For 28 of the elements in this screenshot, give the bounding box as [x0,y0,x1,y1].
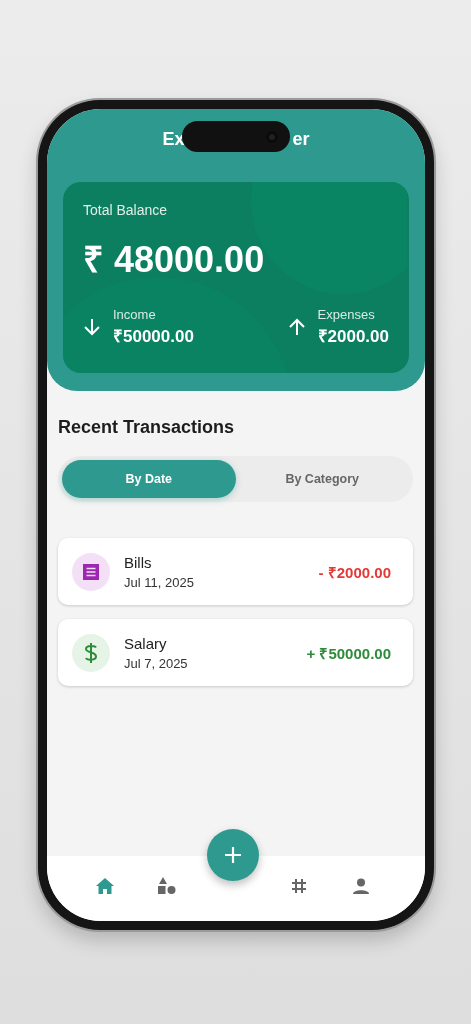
transaction-date: Jul 11, 2025 [124,574,195,590]
receipt-icon [72,552,110,591]
app-title: Ex [162,129,185,151]
section-title: Recent Transactions [58,417,236,438]
app-title: er [292,129,310,151]
shapes-icon [158,876,176,895]
hash-icon [291,877,307,894]
home-icon [95,876,115,895]
add-button[interactable] [207,829,259,881]
person-icon [352,877,370,894]
tab[interactable]: By Category [235,460,409,498]
summary-amount: ₹50000.00 [113,326,194,347]
summary-label: Income [113,307,157,322]
transaction-card[interactable]: Salary Jul 7, 2025 + ₹50000.00 [58,619,413,686]
transaction-amount: - ₹2000.00 [318,562,391,582]
transaction-name: Bills [124,553,153,571]
balance-amount: ₹ 48000.00 [83,238,266,282]
transaction-card[interactable]: Bills Jul 11, 2025 - ₹2000.00 [58,538,413,605]
arrow-up-icon [287,318,306,336]
summary-amount: ₹2000.00 [317,326,389,347]
transaction-name: Salary [124,634,168,652]
transaction-amount: + ₹50000.00 [306,643,391,663]
summary-label: Expenses [317,307,376,322]
transaction-date: Jul 7, 2025 [124,655,189,671]
dollar-icon [72,633,110,672]
plus-icon [224,846,242,864]
balance-label: Total Balance [83,202,169,218]
arrow-down-icon [83,318,101,336]
